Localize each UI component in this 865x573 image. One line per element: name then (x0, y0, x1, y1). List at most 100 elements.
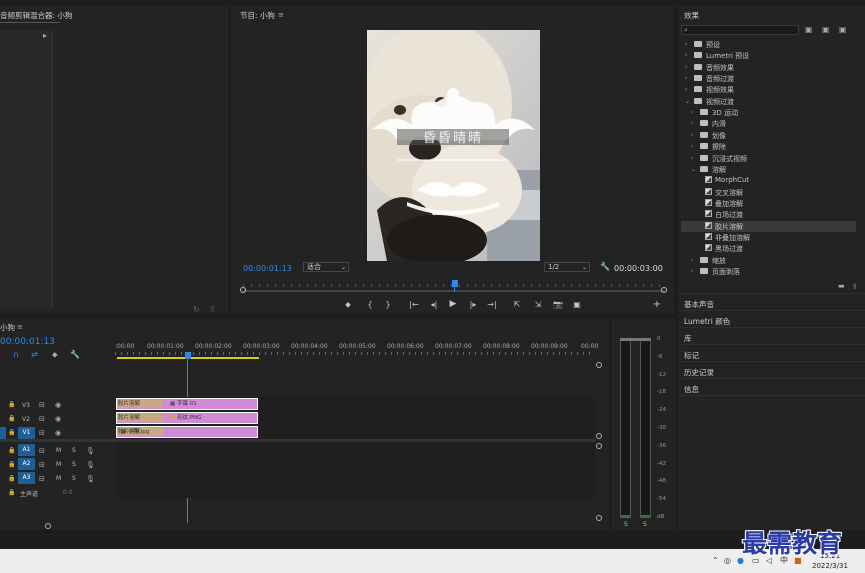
mute-button[interactable]: M (56, 461, 61, 468)
microphone-icon[interactable]: 🎙 (86, 461, 95, 469)
section-library[interactable]: 库 (684, 333, 692, 344)
lock-icon[interactable]: 🔒 (8, 447, 15, 455)
lock-icon[interactable]: 🔒 (8, 489, 15, 497)
solo-button[interactable]: S (72, 447, 76, 454)
step-back-button[interactable]: ◂| (428, 300, 440, 309)
lock-icon[interactable]: 🔒 (8, 461, 15, 469)
program-timecode[interactable]: 00:00:01:13 (243, 264, 292, 273)
effects-item[interactable]: › 音频效果 (681, 62, 856, 73)
effects-item[interactable]: › 预设 (681, 39, 856, 50)
extract-button[interactable]: ⇲ (532, 300, 544, 309)
new-bin-icon[interactable]: ▬ (838, 282, 845, 290)
mute-button[interactable]: M (56, 447, 61, 454)
sync-icon[interactable]: ⊟ (39, 429, 45, 437)
effects-item[interactable]: › 擦除 (681, 141, 856, 152)
effects-item[interactable]: › 视频效果 (681, 84, 856, 95)
step-forward-button[interactable]: |▸ (467, 300, 479, 309)
section-markers[interactable]: 标记 (684, 350, 699, 361)
effects-search[interactable]: ⌕ (681, 25, 799, 35)
mark-out-button[interactable]: } (382, 300, 394, 309)
scrub-start-handle[interactable] (240, 287, 246, 293)
timeline-title[interactable]: 小狗 (0, 322, 15, 333)
effects-item[interactable]: 黑场过渡 (681, 243, 856, 254)
chevron-right-icon[interactable]: › (691, 132, 693, 139)
linked-selection-icon[interactable]: ⇄ (31, 351, 38, 359)
effects-item[interactable]: › 内滑 (681, 118, 856, 129)
sync-icon[interactable]: ⊟ (39, 401, 45, 409)
chevron-right-icon[interactable]: › (685, 64, 687, 71)
fit-dropdown[interactable]: 适合 ⌄ (303, 262, 349, 272)
tray-chevron-icon[interactable]: ⌃ (712, 557, 719, 565)
chevron-right-icon[interactable]: › (691, 109, 693, 116)
effects-item[interactable]: › 3D 运动 (681, 107, 856, 118)
effects-item[interactable]: › Lumetri 预设 (681, 50, 856, 61)
effects-item[interactable]: › 页面剥落 (681, 266, 856, 277)
chevron-right-icon[interactable]: › (685, 75, 687, 82)
effects-item[interactable]: 叠加溶解 (681, 198, 856, 209)
sync-icon[interactable]: ⊟ (39, 461, 45, 469)
section-info[interactable]: 信息 (684, 384, 699, 395)
wrench-icon[interactable]: 🔧 (600, 263, 610, 271)
lock-icon[interactable]: 🔒 (8, 415, 15, 423)
app-tray-icon[interactable]: ◎ (724, 557, 731, 565)
accelerated-effects-icon[interactable]: ▣ (805, 26, 813, 34)
solo-right-button[interactable]: S (643, 521, 647, 528)
panel-menu-icon[interactable]: ≡ (278, 11, 284, 19)
master-volume-value[interactable]: 0.0 (63, 489, 73, 496)
add-button[interactable]: + (651, 299, 663, 310)
chevron-right-icon[interactable]: › (691, 143, 693, 150)
mark-in-button[interactable]: { (364, 300, 376, 309)
chevron-right-icon[interactable]: › (691, 155, 693, 162)
panel-menu-icon[interactable]: ≡ (17, 323, 23, 331)
expand-right-icon[interactable]: ▸ (43, 32, 47, 40)
lock-icon[interactable]: 🔒 (8, 475, 15, 483)
transition-label[interactable]: 胶片溶解 (117, 414, 163, 422)
clip-v3-title[interactable]: 胶片溶解 ▦ 字幕 01 (116, 398, 258, 410)
lock-icon[interactable]: 🔒 (8, 401, 15, 409)
export-icon[interactable]: ⇪ (209, 306, 216, 314)
solo-button[interactable]: S (72, 461, 76, 468)
chevron-right-icon[interactable]: › (685, 52, 687, 59)
chevron-right-icon[interactable]: › (691, 268, 693, 275)
source-patch-v1[interactable] (0, 427, 6, 439)
clip-v1-dog[interactable]: 胶片溶解 ▦ 小狗.jpg (116, 426, 258, 438)
effects-item[interactable]: 交叉溶解 (681, 187, 856, 198)
scroll-handle-mid2[interactable] (596, 443, 602, 449)
effects-item[interactable]: › 沉浸式视频 (681, 153, 856, 164)
track-label-a3[interactable]: A3 (18, 472, 35, 484)
solo-button[interactable]: S (72, 475, 76, 482)
add-marker-icon[interactable]: ⬥ (52, 351, 58, 359)
track-label-a2[interactable]: A2 (18, 458, 35, 470)
effects-item[interactable]: › 缩放 (681, 255, 856, 266)
effects-title[interactable]: 效果 (684, 10, 699, 21)
microphone-icon[interactable]: 🎙 (86, 475, 95, 483)
resolution-dropdown[interactable]: 1/2 ⌄ (544, 262, 590, 272)
eye-icon[interactable]: ◉ (55, 429, 61, 437)
solo-left-button[interactable]: S (624, 521, 628, 528)
chevron-down-icon[interactable]: ⌄ (691, 166, 696, 173)
chevron-down-icon[interactable]: ⌄ (685, 98, 690, 105)
effects-item[interactable]: ⌄ 溶解 (681, 164, 856, 175)
timeline-playhead[interactable] (185, 352, 191, 359)
track-label-v1[interactable]: V1 (18, 427, 35, 439)
sync-icon[interactable]: ⊟ (39, 447, 45, 455)
effects-item[interactable]: › 划像 (681, 130, 856, 141)
track-label-v2[interactable]: V2 (22, 416, 30, 423)
chevron-right-icon[interactable]: › (685, 86, 687, 93)
horizontal-scroll-handle[interactable] (45, 523, 51, 529)
play-button[interactable]: ▶ (447, 299, 459, 309)
settings-wrench-icon[interactable]: 🔧 (70, 351, 80, 359)
effects-item[interactable]: ⌄ 视频过渡 (681, 96, 856, 107)
go-to-in-button[interactable]: |← (408, 300, 420, 309)
clip-v2-ornament[interactable]: 胶片溶解 fx 花纹.PNG (116, 412, 258, 424)
snap-icon[interactable]: ∩ (13, 351, 19, 359)
comparison-view-button[interactable]: ▣ (571, 300, 583, 309)
chevron-right-icon[interactable]: › (691, 257, 693, 264)
chevron-right-icon[interactable]: › (685, 41, 687, 48)
eye-icon[interactable]: ◉ (55, 415, 61, 423)
effects-item[interactable]: MorphCut (681, 175, 856, 186)
effects-item[interactable]: 白场过渡 (681, 209, 856, 220)
transition-label[interactable]: 胶片溶解 (117, 400, 163, 408)
audio-mixer-title[interactable]: 音频剪辑混合器: 小狗 (0, 10, 72, 21)
sync-icon[interactable]: ⊟ (39, 415, 45, 423)
